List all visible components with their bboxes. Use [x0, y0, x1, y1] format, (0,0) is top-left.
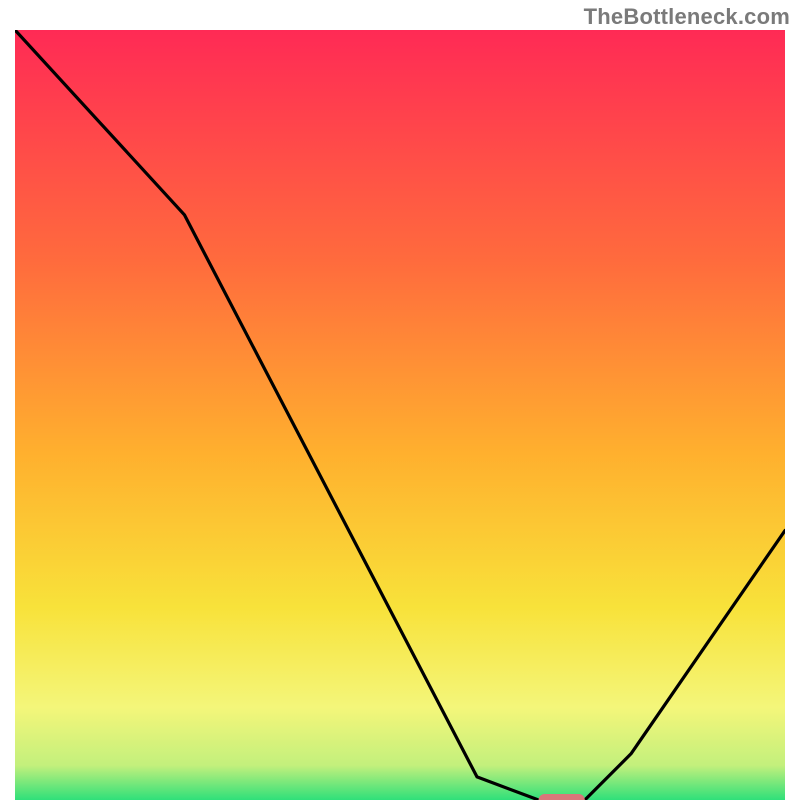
highlight-segment — [539, 794, 585, 800]
watermark-label: TheBottleneck.com — [584, 4, 790, 30]
chart-stage: TheBottleneck.com — [0, 0, 800, 800]
bottleneck-chart — [15, 30, 785, 800]
gradient-background — [15, 30, 785, 800]
